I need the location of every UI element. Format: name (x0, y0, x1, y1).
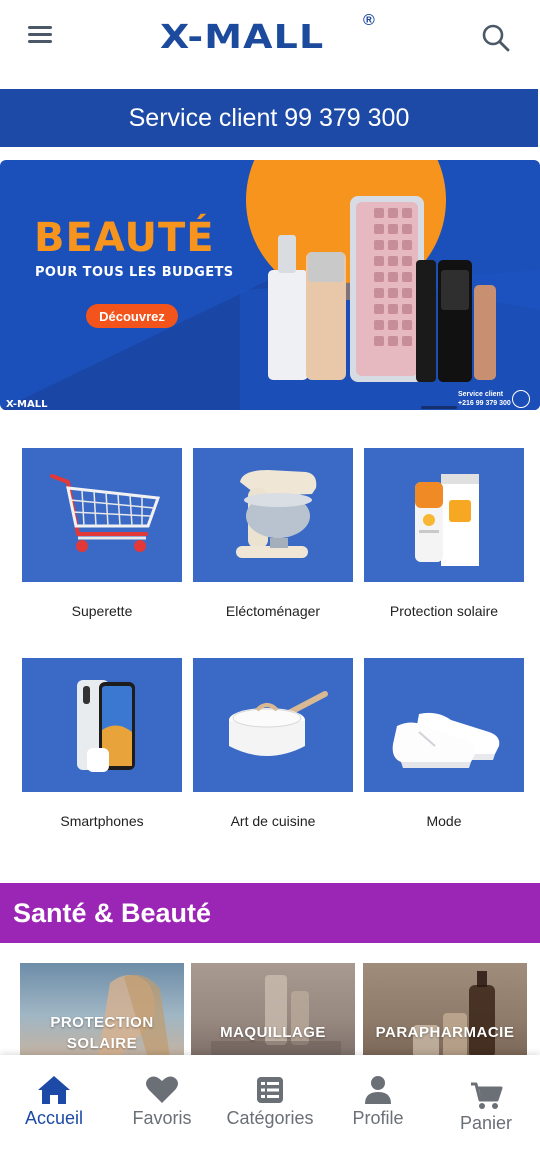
logo[interactable]: X-MALL ® (160, 12, 375, 60)
subcategory-protection-solaire[interactable]: PROTECTION SOLAIRE (20, 963, 184, 1058)
smartphone-icon[interactable] (22, 658, 182, 792)
category-label: Eléctoménager (225, 603, 321, 619)
heart-icon (145, 1075, 179, 1105)
nav-label: Catégories (226, 1108, 314, 1128)
logo-text: X-MALL (160, 17, 325, 56)
hero-contact: Service client +216 99 379 300 (458, 390, 511, 408)
category-protection-solaire[interactable]: Protection solaire (364, 448, 524, 619)
nav-profile[interactable]: Profile (324, 1055, 432, 1153)
hero-contact-line1: Service client (458, 391, 504, 398)
home-icon (37, 1075, 71, 1105)
service-client-banner[interactable]: Service client 99 379 300 (0, 89, 538, 147)
subcategory-label: PROTECTION SOLAIRE (20, 1012, 184, 1054)
category-superette[interactable]: Superette (22, 448, 182, 619)
subcategory-parapharmacie[interactable]: PARAPHARMACIE (363, 963, 527, 1058)
subcategory-label-line1: PROTECTION (50, 1014, 154, 1031)
bottom-navigation: Accueil Favoris Catégories Profile Panie… (0, 1055, 540, 1153)
app-header: X-MALL ® (0, 0, 540, 80)
nav-favoris[interactable]: Favoris (108, 1055, 216, 1153)
section-header-sante-beaute: Santé & Beauté (0, 883, 540, 943)
category-label: Protection solaire (389, 603, 499, 619)
subcategory-label-line1: MAQUILLAGE (220, 1024, 326, 1041)
carousel-indicator[interactable] (421, 406, 457, 409)
nav-label: Profile (352, 1108, 404, 1128)
hero-subtitle: POUR TOUS LES BUDGETS (35, 265, 234, 280)
subcategory-photo (413, 971, 495, 1058)
nav-accueil[interactable]: Accueil (0, 1055, 108, 1153)
list-icon (253, 1075, 287, 1105)
category-mode[interactable]: Mode (364, 658, 524, 829)
stand-mixer-icon[interactable] (193, 448, 353, 582)
search-icon[interactable] (480, 22, 512, 54)
section-title: Santé & Beauté (13, 897, 212, 928)
category-label: Mode (426, 813, 462, 829)
user-icon (361, 1075, 395, 1105)
sneakers-icon[interactable] (364, 658, 524, 792)
hamburger-menu-icon[interactable] (28, 22, 62, 52)
subcategory-label-line1: PARAPHARMACIE (375, 1024, 515, 1041)
service-client-text: Service client 99 379 300 (128, 103, 410, 132)
hero-contact-line2: +216 99 379 300 (458, 400, 511, 407)
category-label: Superette (71, 603, 133, 619)
subcategory-label-line2: SOLAIRE (66, 1035, 138, 1052)
cart-icon (469, 1081, 503, 1111)
hero-background (0, 160, 540, 410)
sunscreen-icon[interactable] (364, 448, 524, 582)
category-label: Art de cuisine (230, 813, 316, 829)
category-smartphones[interactable]: Smartphones (22, 658, 182, 829)
category-label: Smartphones (60, 813, 144, 829)
decouvrez-button[interactable]: Découvrez (86, 304, 178, 328)
nav-label: Panier (459, 1113, 513, 1133)
nav-label: Favoris (132, 1108, 192, 1128)
shopping-cart-icon[interactable] (22, 448, 182, 582)
hero-brand-logo: X-MALL (6, 399, 48, 410)
subcategory-maquillage[interactable]: MAQUILLAGE (191, 963, 355, 1058)
subcategory-label: MAQUILLAGE (191, 1022, 355, 1043)
subcategory-label: PARAPHARMACIE (363, 1022, 527, 1043)
category-electromenager[interactable]: Eléctoménager (193, 448, 353, 619)
hero-banner[interactable] (0, 160, 540, 410)
subcategory-photo (211, 975, 341, 1058)
nav-panier[interactable]: Panier (432, 1055, 540, 1153)
saute-pan-icon[interactable] (193, 658, 353, 792)
nav-label: Accueil (24, 1108, 84, 1128)
category-art-de-cuisine[interactable]: Art de cuisine (193, 658, 353, 829)
hero-title: BEAUTÉ (34, 215, 215, 261)
phone-icon (512, 390, 530, 408)
registered-mark: ® (363, 12, 375, 29)
nav-categories[interactable]: Catégories (216, 1055, 324, 1153)
